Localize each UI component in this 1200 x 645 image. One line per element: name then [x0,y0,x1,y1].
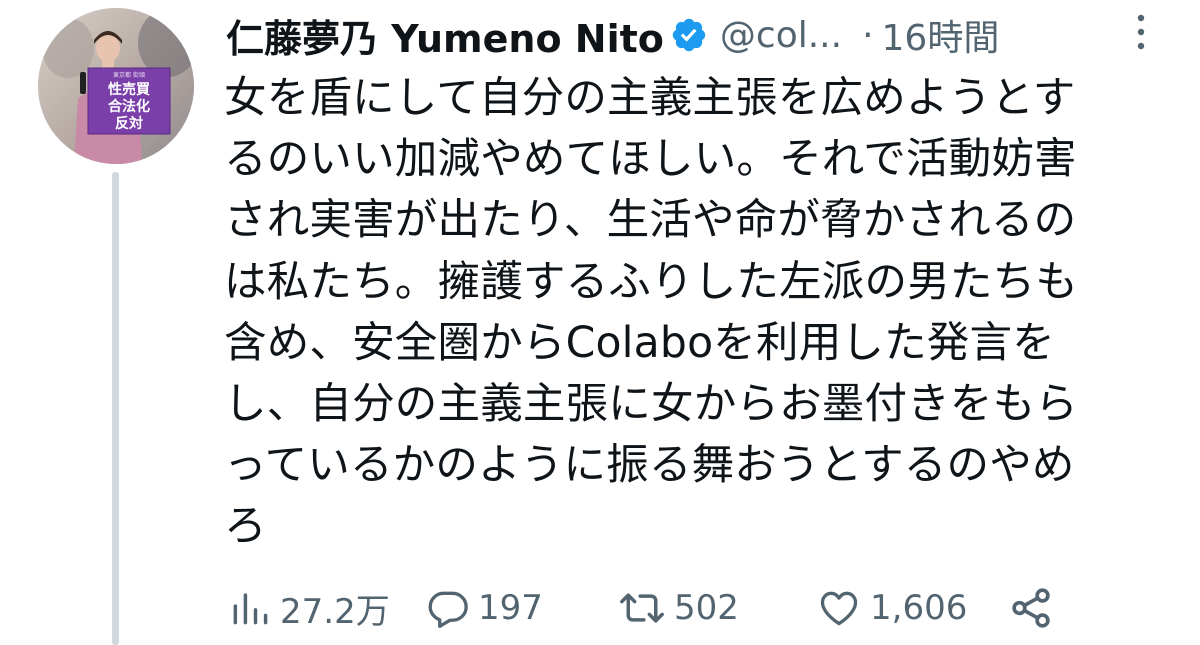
share-icon [1012,588,1050,628]
analytics-icon [233,593,268,625]
tweet-header: 仁藤夢乃 Yumeno Nito @col... · 16時間 [226,6,1176,64]
tweet: 東京都 街頭 性売買 合法化 反対 仁藤夢乃 Yumeno Nito @col.… [0,0,1200,645]
retweet-button[interactable]: 502 [618,580,739,636]
views-button[interactable]: 27.2万 [228,580,390,636]
avatar-photo: 東京都 街頭 性売買 合法化 反対 [38,8,194,164]
author-display-name[interactable]: 仁藤夢乃 Yumeno Nito [226,8,664,63]
tweet-timestamp[interactable]: 16時間 [882,9,1000,61]
sign-caption: 東京都 街頭 [113,71,145,79]
heart-icon [820,591,858,626]
thread-connector-line [112,172,119,645]
tweet-text: 女を盾にして自分の主義主張を広めようとす るのいい加減やめてほしい。それで活動妨… [224,74,1079,552]
retweet-icon [620,593,664,623]
like-count: 1,606 [870,588,968,628]
reply-button[interactable]: 197 [426,580,543,636]
avatar[interactable]: 東京都 街頭 性売買 合法化 反対 [38,8,194,164]
more-vertical-icon[interactable] [1128,10,1154,54]
author-handle[interactable]: @col... [720,15,842,56]
sign-line-3: 反対 [115,115,143,132]
views-count: 27.2万 [280,591,390,632]
retweet-count: 502 [674,588,739,628]
sign-line-2: 合法化 [108,98,150,115]
like-button[interactable]: 1,606 [816,580,967,636]
header-separator: · [862,14,874,56]
sign-line-1: 性売買 [108,81,151,98]
protest-sign: 東京都 街頭 性売買 合法化 反対 [87,67,171,135]
reply-count: 197 [478,588,543,628]
share-button[interactable] [1008,580,1054,636]
tweet-action-bar: 27.2万 197 502 1,606 [228,580,1168,636]
reply-icon [428,591,468,628]
verified-badge-icon [672,18,706,52]
